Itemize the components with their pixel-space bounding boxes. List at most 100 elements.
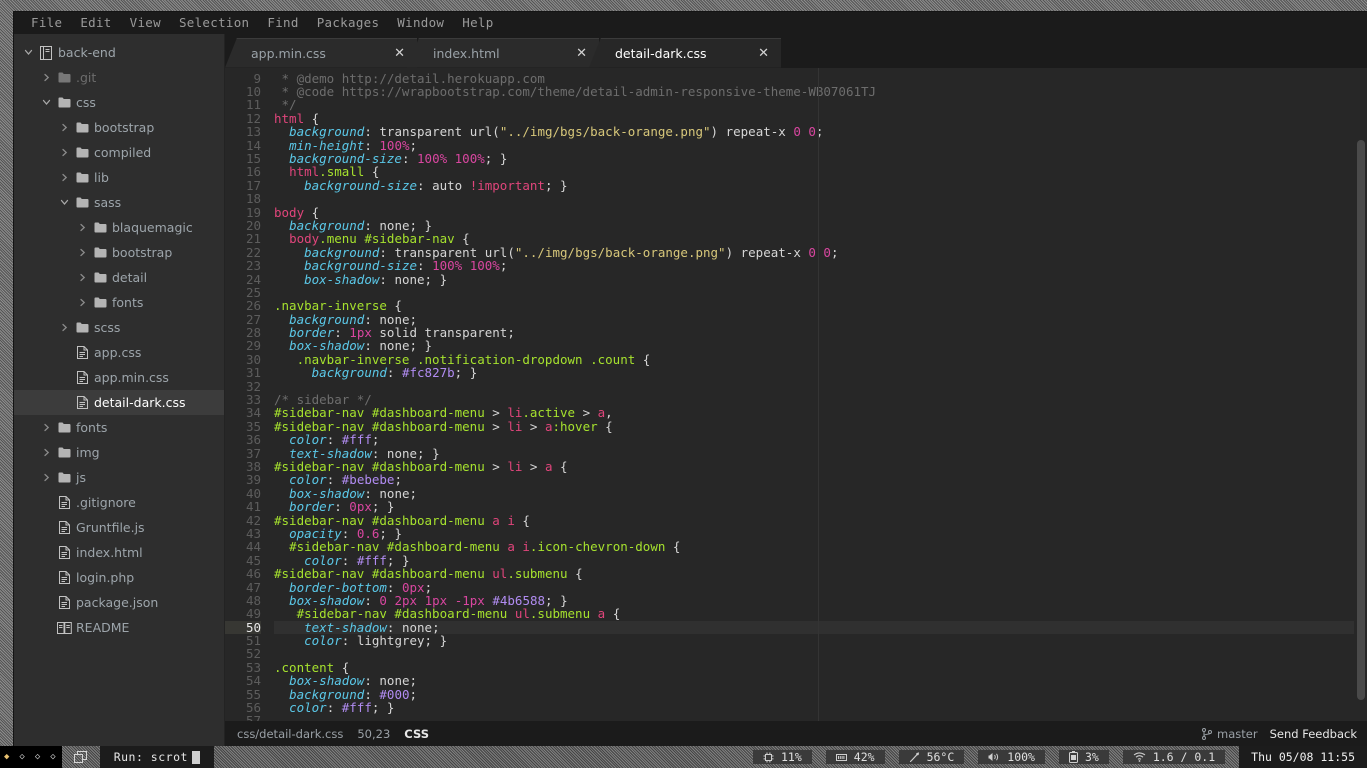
menu-item-selection[interactable]: Selection bbox=[170, 12, 258, 34]
tree-item-gitignore[interactable]: .gitignore bbox=[14, 490, 224, 515]
tree-item-blaquemagic[interactable]: blaquemagic bbox=[14, 215, 224, 240]
menu-item-find[interactable]: Find bbox=[258, 12, 307, 34]
code-line[interactable]: #sidebar-nav #dashboard-menu a i.icon-ch… bbox=[274, 540, 1367, 553]
tree-item-readme[interactable]: README bbox=[14, 615, 224, 640]
code-line[interactable]: html.small { bbox=[274, 165, 1367, 178]
workspace-tag-4[interactable]: ◇ bbox=[50, 753, 55, 762]
tree-item-package-json[interactable]: package.json bbox=[14, 590, 224, 615]
chevron-right-icon[interactable] bbox=[42, 473, 55, 482]
code-line[interactable]: background: #000; bbox=[274, 688, 1367, 701]
chevron-right-icon[interactable] bbox=[42, 73, 55, 82]
code-line[interactable]: #sidebar-nav #dashboard-menu > li > a { bbox=[274, 460, 1367, 473]
tree-item-fonts[interactable]: fonts bbox=[14, 290, 224, 315]
stat-memory[interactable]: 42% bbox=[826, 750, 885, 764]
clock[interactable]: Thu 05/08 11:55 bbox=[1239, 746, 1367, 768]
code-line[interactable]: background-size: 100% 100%; } bbox=[274, 152, 1367, 165]
code-line[interactable] bbox=[274, 192, 1367, 205]
code-line[interactable] bbox=[274, 286, 1367, 299]
code-line[interactable]: border: 0px; } bbox=[274, 500, 1367, 513]
tab-index-html[interactable]: index.html✕ bbox=[407, 38, 599, 68]
code-line[interactable]: box-shadow: none; } bbox=[274, 273, 1367, 286]
chevron-down-icon[interactable] bbox=[60, 198, 73, 207]
tree-item-back-end[interactable]: back-end bbox=[14, 40, 224, 65]
chevron-down-icon[interactable] bbox=[24, 48, 37, 57]
code-line[interactable]: color: #bebebe; bbox=[274, 473, 1367, 486]
tab-close-icon[interactable]: ✕ bbox=[394, 46, 405, 61]
code-line[interactable]: box-shadow: none; bbox=[274, 487, 1367, 500]
tree-item-fonts[interactable]: fonts bbox=[14, 415, 224, 440]
menu-item-packages[interactable]: Packages bbox=[308, 12, 389, 34]
tree-item-sass[interactable]: sass bbox=[14, 190, 224, 215]
tree-item-compiled[interactable]: compiled bbox=[14, 140, 224, 165]
code-line[interactable]: color: #fff; } bbox=[274, 554, 1367, 567]
status-file-path[interactable]: css/detail-dark.css bbox=[237, 727, 343, 741]
chevron-right-icon[interactable] bbox=[60, 123, 73, 132]
stat-battery[interactable]: 3% bbox=[1059, 750, 1109, 764]
code-line[interactable]: #sidebar-nav #dashboard-menu ul.submenu … bbox=[274, 607, 1367, 620]
scrollbar-thumb[interactable] bbox=[1357, 140, 1365, 700]
status-git-branch[interactable]: master bbox=[1202, 727, 1258, 741]
stat-wifi[interactable]: 1.6 / 0.1 bbox=[1123, 750, 1225, 764]
code-line[interactable]: html { bbox=[274, 112, 1367, 125]
menu-item-window[interactable]: Window bbox=[388, 12, 453, 34]
chevron-right-icon[interactable] bbox=[60, 323, 73, 332]
code-line[interactable]: background: #fc827b; } bbox=[274, 366, 1367, 379]
menu-item-view[interactable]: View bbox=[121, 12, 170, 34]
code-line[interactable] bbox=[274, 380, 1367, 393]
chevron-right-icon[interactable] bbox=[78, 223, 91, 232]
code-line[interactable]: body { bbox=[274, 206, 1367, 219]
workspace-tag-2[interactable]: ◇ bbox=[19, 753, 24, 762]
code-line[interactable]: #sidebar-nav #dashboard-menu a i { bbox=[274, 514, 1367, 527]
tree-item-login-php[interactable]: login.php bbox=[14, 565, 224, 590]
tree-item-img[interactable]: img bbox=[14, 440, 224, 465]
code-line[interactable]: text-shadow: none; bbox=[274, 621, 1367, 634]
code-line[interactable]: body.menu #sidebar-nav { bbox=[274, 232, 1367, 245]
code-line[interactable]: box-shadow: 0 2px 1px -1px #4b6588; } bbox=[274, 594, 1367, 607]
chevron-down-icon[interactable] bbox=[42, 98, 55, 107]
tab-app-min-css[interactable]: app.min.css✕ bbox=[225, 38, 417, 68]
menu-item-help[interactable]: Help bbox=[453, 12, 502, 34]
tree-item-gruntfile-js[interactable]: Gruntfile.js bbox=[14, 515, 224, 540]
tree-item-app-min-css[interactable]: app.min.css bbox=[14, 365, 224, 390]
chevron-right-icon[interactable] bbox=[78, 248, 91, 257]
code-line[interactable]: background: none; } bbox=[274, 219, 1367, 232]
code-line[interactable]: box-shadow: none; } bbox=[274, 339, 1367, 352]
stat-volume[interactable]: 100% bbox=[978, 750, 1045, 764]
code-line[interactable]: background-size: auto !important; } bbox=[274, 179, 1367, 192]
tab-detail-dark-css[interactable]: detail-dark.css✕ bbox=[589, 38, 781, 68]
code-line[interactable]: border: 1px solid transparent; bbox=[274, 326, 1367, 339]
menu-item-file[interactable]: File bbox=[22, 12, 71, 34]
tree-item-git[interactable]: .git bbox=[14, 65, 224, 90]
chevron-right-icon[interactable] bbox=[60, 173, 73, 182]
chevron-right-icon[interactable] bbox=[78, 298, 91, 307]
code-line[interactable] bbox=[274, 647, 1367, 660]
tab-close-icon[interactable]: ✕ bbox=[758, 46, 769, 61]
tree-item-css[interactable]: css bbox=[14, 90, 224, 115]
code-line[interactable] bbox=[274, 714, 1367, 721]
code-line[interactable]: * @code https://wrapbootstrap.com/theme/… bbox=[274, 85, 1367, 98]
chevron-right-icon[interactable] bbox=[78, 273, 91, 282]
workspace-tags[interactable]: ◆◇◇◇ bbox=[0, 746, 62, 768]
tree-item-scss[interactable]: scss bbox=[14, 315, 224, 340]
code-line[interactable]: background: none; bbox=[274, 313, 1367, 326]
code-line[interactable]: color: #fff; bbox=[274, 433, 1367, 446]
code-line[interactable]: background: transparent url("../img/bgs/… bbox=[274, 125, 1367, 138]
chevron-right-icon[interactable] bbox=[42, 448, 55, 457]
code-line[interactable]: .navbar-inverse { bbox=[274, 299, 1367, 312]
code-line[interactable]: /* sidebar */ bbox=[274, 393, 1367, 406]
stat-cpu[interactable]: 11% bbox=[753, 750, 812, 764]
project-tree-view[interactable]: back-end.gitcssbootstrapcompiledlibsassb… bbox=[14, 34, 225, 746]
code-line[interactable]: border-bottom: 0px; bbox=[274, 581, 1367, 594]
tree-item-js[interactable]: js bbox=[14, 465, 224, 490]
code-line[interactable]: #sidebar-nav #dashboard-menu > li.active… bbox=[274, 406, 1367, 419]
code-line[interactable]: .navbar-inverse .notification-dropdown .… bbox=[274, 353, 1367, 366]
stat-thermo[interactable]: 56°C bbox=[899, 750, 965, 764]
tab-close-icon[interactable]: ✕ bbox=[576, 46, 587, 61]
code-line[interactable]: */ bbox=[274, 98, 1367, 111]
tree-item-lib[interactable]: lib bbox=[14, 165, 224, 190]
workspace-tag-3[interactable]: ◇ bbox=[35, 753, 40, 762]
tree-item-index-html[interactable]: index.html bbox=[14, 540, 224, 565]
code-line[interactable]: opacity: 0.6; } bbox=[274, 527, 1367, 540]
vertical-scrollbar[interactable] bbox=[1354, 68, 1367, 722]
code-line[interactable]: * @demo http://detail.herokuapp.com bbox=[274, 72, 1367, 85]
